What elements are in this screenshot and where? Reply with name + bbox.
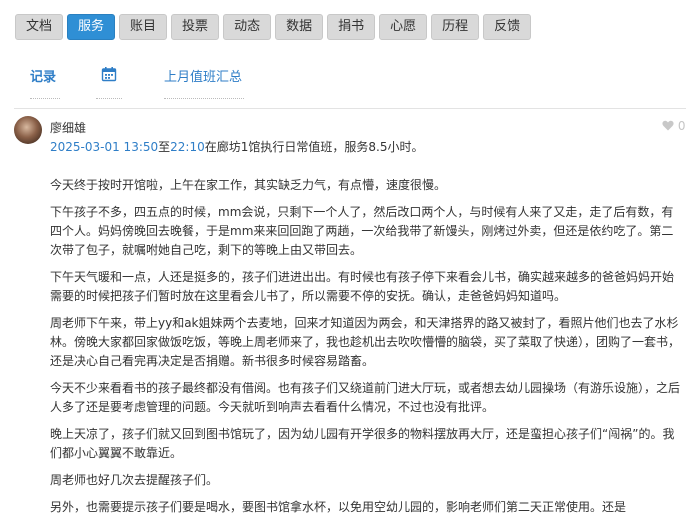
- avatar[interactable]: [14, 116, 42, 144]
- nav-donate[interactable]: 捐书: [327, 14, 376, 40]
- tab-underline: [30, 98, 60, 99]
- tab-calendar[interactable]: [96, 66, 122, 99]
- paragraph: 今天终于按时开馆啦，上午在家工作，其实缺乏力气，有点懵，速度很慢。: [50, 178, 447, 192]
- record-meta: 2025-03-01 13:50至22:10在廊坊1馆执行日常值班，服务8.5小…: [50, 138, 423, 155]
- author-name[interactable]: 廖细雄: [50, 119, 86, 136]
- nav-feedback[interactable]: 反馈: [483, 14, 532, 40]
- paragraph: 下午天气暖和一点，人还是挺多的，孩子们进进出出。有时候也有孩子停下来看会儿书，确…: [50, 270, 675, 303]
- calendar-icon: [101, 67, 117, 86]
- nav-wish[interactable]: 心愿: [379, 14, 428, 40]
- tab-monthly-label: 上月值班汇总: [164, 70, 243, 85]
- like-button[interactable]: 0: [662, 119, 685, 133]
- tab-records-label: 记录: [30, 70, 57, 85]
- paragraph: 下午孩子不多，四五点的时候，mm会说，只剩下一个人了，然后改口两个人，与时候有人…: [50, 205, 674, 257]
- tab-records[interactable]: 记录: [30, 66, 60, 99]
- time-separator: 至: [158, 140, 171, 154]
- record-summary: 在廊坊1馆执行日常值班，服务8.5小时。: [204, 140, 424, 154]
- paragraph: 另外，也需要提示孩子们要是喝水，要图书馆拿水杯，以免用空幼儿园的，影响老师们第二…: [50, 500, 627, 514]
- paragraph: 周老师也好几次去提醒孩子们。: [50, 473, 219, 487]
- paragraph: 今天不少来看看书的孩子最终都没有借阅。也有孩子们又绕道前门进大厅玩，或者想去幼儿…: [50, 381, 681, 414]
- nav-docs[interactable]: 文档: [15, 14, 64, 40]
- heart-icon: [662, 119, 678, 133]
- paragraph: 周老师下午来，带上yy和ak姐妹两个去麦地，回来才知道因为两会，和天津搭界的路又…: [50, 316, 681, 368]
- like-count: 0: [677, 119, 686, 133]
- record-body: 今天终于按时开馆啦，上午在家工作，其实缺乏力气，有点懵，速度很慢。 下午孩子不多…: [50, 176, 682, 525]
- tab-underline: [96, 98, 122, 99]
- nav-service[interactable]: 服务: [67, 14, 116, 40]
- nav-vote[interactable]: 投票: [171, 14, 220, 40]
- divider: [14, 108, 686, 109]
- time-end: 22:10: [170, 140, 205, 154]
- tab-underline: [164, 98, 244, 99]
- paragraph: 晚上天凉了，孩子们就又回到图书馆玩了，因为幼儿园有开学很多的物料摆放再大厅，还是…: [50, 427, 675, 460]
- tab-monthly-summary[interactable]: 上月值班汇总: [164, 66, 244, 99]
- nav-feed[interactable]: 动态: [223, 14, 272, 40]
- top-nav: 文档 服务 账目 投票 动态 数据 捐书 心愿 历程 反馈: [15, 14, 532, 40]
- nav-data[interactable]: 数据: [275, 14, 324, 40]
- nav-history[interactable]: 历程: [431, 14, 480, 40]
- time-start: 2025-03-01 13:50: [50, 140, 159, 154]
- nav-accounts[interactable]: 账目: [119, 14, 168, 40]
